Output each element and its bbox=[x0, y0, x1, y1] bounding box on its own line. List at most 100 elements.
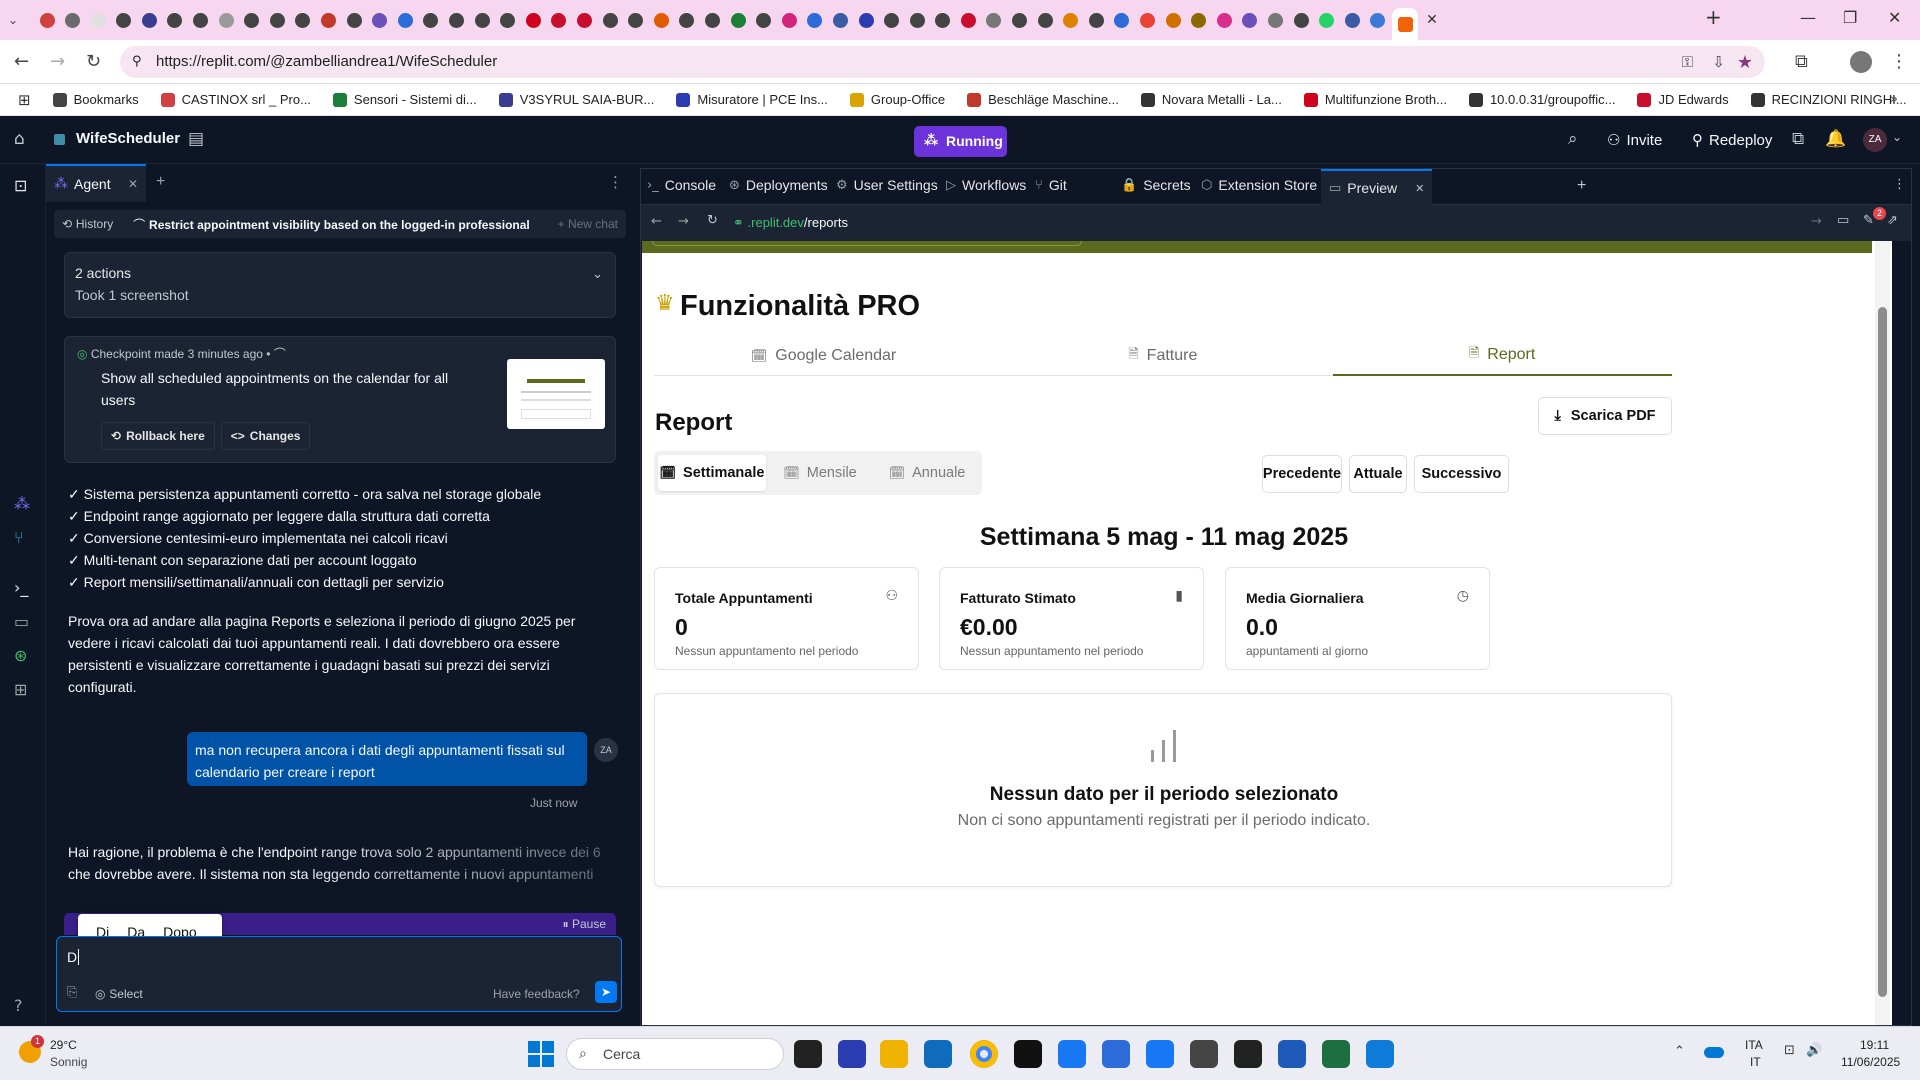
maximize-icon[interactable]: ❐ bbox=[1843, 8, 1857, 27]
browser-tab[interactable] bbox=[599, 9, 621, 31]
browser-tab[interactable] bbox=[215, 9, 237, 31]
pane-menu-icon[interactable]: ⋮ bbox=[608, 173, 623, 191]
bookmark-star-icon[interactable]: ★ bbox=[1737, 46, 1753, 78]
browser-tab[interactable] bbox=[394, 9, 416, 31]
tools-icon[interactable]: ⊡ bbox=[14, 176, 27, 195]
browser-tab[interactable] bbox=[1316, 9, 1338, 31]
browser-tab[interactable] bbox=[650, 9, 672, 31]
close-window-icon[interactable]: ✕ bbox=[1888, 8, 1901, 27]
browser-tab[interactable] bbox=[138, 9, 160, 31]
browser-tab[interactable] bbox=[1085, 9, 1107, 31]
add-tab-icon[interactable]: + bbox=[156, 173, 165, 191]
tab-extension-store[interactable]: ⬡ Extension Store bbox=[1201, 177, 1317, 193]
password-key-icon[interactable]: ⚿ bbox=[1682, 46, 1693, 78]
onedrive-icon[interactable] bbox=[1704, 1047, 1724, 1058]
search-app-icon[interactable] bbox=[1102, 1040, 1130, 1068]
tab-deployments[interactable]: ⊛ Deployments bbox=[729, 177, 828, 193]
browser-tab[interactable] bbox=[1162, 9, 1184, 31]
new-chat-button[interactable]: + New chat bbox=[558, 217, 618, 231]
browser-tab[interactable] bbox=[190, 9, 212, 31]
actions-summary[interactable]: 2 actions Took 1 screenshot ⌄ bbox=[64, 252, 616, 318]
browser-tab[interactable] bbox=[855, 9, 877, 31]
outlook-icon[interactable] bbox=[924, 1040, 952, 1068]
preview-icon[interactable]: ▭ bbox=[14, 612, 29, 631]
rollback-button[interactable]: ⟲ Rollback here bbox=[101, 422, 215, 450]
excel-icon[interactable] bbox=[1322, 1040, 1350, 1068]
browser-tab[interactable] bbox=[1111, 9, 1133, 31]
store-icon[interactable] bbox=[1190, 1040, 1218, 1068]
site-info-icon[interactable]: ⚲ bbox=[132, 46, 142, 78]
tab-preview[interactable]: ▭ Preview ✕ bbox=[1321, 169, 1433, 205]
successivo-button[interactable]: Successivo bbox=[1414, 455, 1509, 493]
tab-search-button[interactable]: ⌄ bbox=[8, 13, 30, 27]
browser-tab[interactable] bbox=[1367, 9, 1389, 31]
panels-icon[interactable]: ⧉ bbox=[1792, 129, 1804, 149]
browser-tab[interactable] bbox=[727, 9, 749, 31]
teams-icon[interactable] bbox=[838, 1040, 866, 1068]
chrome-icon[interactable] bbox=[970, 1040, 998, 1068]
browser-tab[interactable] bbox=[881, 9, 903, 31]
amazon-icon[interactable] bbox=[1014, 1040, 1042, 1068]
browser-tab[interactable] bbox=[1137, 9, 1159, 31]
apps-grid-icon[interactable]: ⊞ bbox=[18, 91, 31, 109]
feedback-link[interactable]: Have feedback? bbox=[493, 987, 580, 1001]
browser-tab[interactable] bbox=[778, 9, 800, 31]
media-icon[interactable] bbox=[1234, 1040, 1262, 1068]
bookmarks-overflow-icon[interactable]: » bbox=[1890, 92, 1898, 107]
devices-icon[interactable]: ▭ bbox=[1837, 213, 1849, 228]
agent-tab[interactable]: ⁂ Agent ✕ bbox=[46, 164, 146, 202]
attach-icon[interactable]: ⎘ bbox=[67, 985, 77, 1000]
agent-rail-icon[interactable]: ⁂ bbox=[14, 494, 30, 513]
back-icon[interactable]: ← bbox=[651, 214, 662, 229]
send-button[interactable]: ➤ bbox=[595, 981, 617, 1003]
console-icon[interactable]: ›_ bbox=[14, 578, 28, 597]
facebook-icon[interactable] bbox=[1146, 1040, 1174, 1068]
home-icon[interactable]: ⌂ bbox=[14, 129, 25, 149]
new-window-icon[interactable]: ⇗ bbox=[1887, 213, 1898, 228]
extensions-icon[interactable]: ⧉ bbox=[1795, 51, 1808, 72]
browser-tab[interactable] bbox=[804, 9, 826, 31]
git-icon[interactable]: ⑂ bbox=[14, 528, 24, 547]
browser-tab[interactable] bbox=[62, 9, 84, 31]
tab-workflows[interactable]: ▷ Workflows bbox=[946, 177, 1026, 193]
browser-tab[interactable] bbox=[522, 9, 544, 31]
clock-date[interactable]: 11/06/2025 bbox=[1841, 1055, 1900, 1069]
new-tab-button[interactable]: + bbox=[1705, 5, 1722, 29]
browser-tab[interactable] bbox=[1265, 9, 1287, 31]
bell-icon[interactable]: 🔔 bbox=[1825, 129, 1846, 149]
bookmark-item[interactable]: 10.0.0.31/groupoffic... bbox=[1468, 92, 1615, 107]
browser-tab[interactable] bbox=[497, 9, 519, 31]
chat-input[interactable]: D bbox=[67, 949, 80, 965]
browser-tab[interactable] bbox=[1034, 9, 1056, 31]
browser-tab[interactable] bbox=[1213, 9, 1235, 31]
close-tab-icon[interactable]: ✕ bbox=[1426, 12, 1438, 28]
tab-google-calendar[interactable]: 🗓 Google Calendar bbox=[654, 336, 993, 376]
bookmark-item[interactable]: Multifunzione Broth... bbox=[1303, 92, 1447, 107]
browser-tab[interactable] bbox=[1239, 9, 1261, 31]
all-tools-icon[interactable]: ⊞ bbox=[14, 680, 27, 699]
back-icon[interactable]: ← bbox=[14, 51, 29, 72]
browser-tab[interactable] bbox=[1060, 9, 1082, 31]
bookmark-item[interactable]: CASTINOX srl _ Pro... bbox=[160, 92, 311, 107]
browser-tab[interactable] bbox=[573, 9, 595, 31]
bookmark-item[interactable]: Sensori - Sistemi di... bbox=[332, 92, 477, 107]
file-explorer-icon[interactable] bbox=[880, 1040, 908, 1068]
browser-tab[interactable] bbox=[113, 9, 135, 31]
project-name[interactable]: WifeScheduler bbox=[76, 130, 180, 147]
browser-tab[interactable] bbox=[446, 9, 468, 31]
browser-tab[interactable] bbox=[241, 9, 263, 31]
browser-tab[interactable] bbox=[420, 9, 442, 31]
language-code[interactable]: ITA bbox=[1745, 1038, 1763, 1052]
browser-tab[interactable] bbox=[1009, 9, 1031, 31]
browser-tab[interactable] bbox=[932, 9, 954, 31]
facebook-icon[interactable] bbox=[1058, 1040, 1086, 1068]
chat-input-box[interactable]: D ⎘ ◎ Select Have feedback? ➤ bbox=[56, 936, 622, 1012]
url-input[interactable]: ⚲ https://replit.com/@zambelliandrea1/Wi… bbox=[120, 46, 1765, 78]
period-mensile[interactable]: 🗓 Mensile bbox=[770, 455, 870, 491]
browser-tab[interactable] bbox=[318, 9, 340, 31]
tab-console[interactable]: ›_ Console bbox=[647, 177, 716, 193]
browser-tab[interactable] bbox=[906, 9, 928, 31]
browser-tab[interactable] bbox=[701, 9, 723, 31]
volume-icon[interactable]: 🔊 bbox=[1806, 1043, 1822, 1058]
browser-tab[interactable] bbox=[957, 9, 979, 31]
